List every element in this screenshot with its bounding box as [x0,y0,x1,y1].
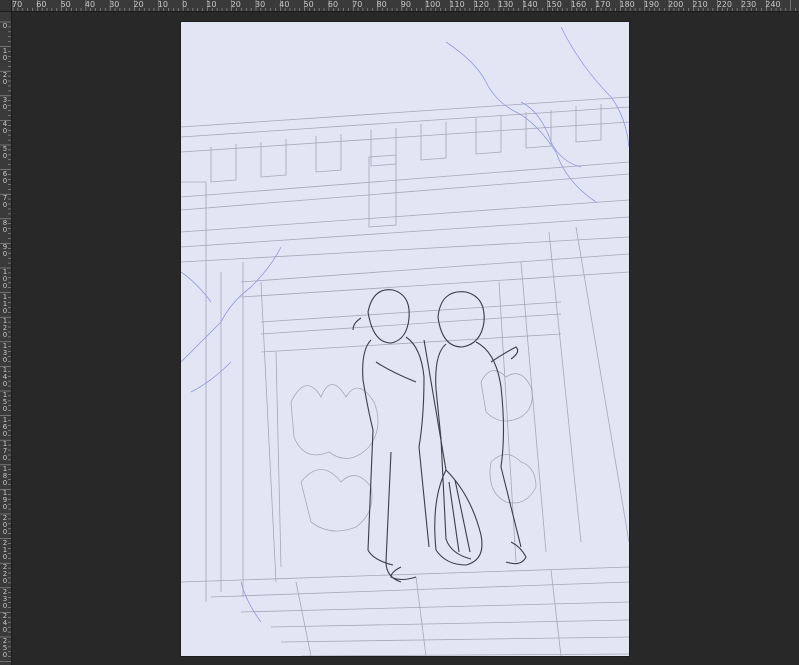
ruler-tick-label: 30 [109,0,120,9]
ruler-tick-label: 70 [2,194,8,210]
ruler-tick-label: 120 [2,317,8,340]
ruler-tick-label: 140 [522,0,538,9]
ruler-tick-label: 30 [255,0,266,9]
ruler-tick-label: 180 [2,464,8,487]
ruler-tick-label: 50 [60,0,71,9]
ruler-tick-label: 190 [2,489,8,512]
ruler-tick-label: 140 [2,366,8,389]
ruler-tick-label: 220 [2,563,8,586]
ruler-tick-label: 240 [765,0,781,9]
ruler-tick-label: 190 [643,0,660,9]
ruler-tick-label: 210 [692,0,708,9]
torii-gate-sketch [181,96,629,656]
ruler-tick-label: 250 [2,637,8,659]
ruler-tick-label: 170 [595,0,611,9]
horizontal-ruler[interactable]: 70 60 50 40 30 20 10 0 10 20 30 40 50 60 70 80 90 100 110 1… [0,0,799,12]
ruler-tick-label: 40 [279,0,290,9]
ruler-tick-label: 50 [303,0,314,9]
ruler-tick-label: 120 [473,0,489,9]
ruler-tick-label: 160 [570,0,587,9]
document-canvas[interactable] [181,22,629,656]
vertical-ruler[interactable]: 0 10 20 30 40 50 60 70 80 90 100 110 120 130 140 150 160… [0,12,12,665]
ruler-tick-label: 100 [2,268,8,290]
ruler-tick-label: 130 [2,341,8,364]
ruler-tick-label: 60 [36,0,47,9]
ruler-tick-label: 0 [2,22,8,30]
ruler-tick-label: 10 [2,46,8,62]
ruler-tick-label: 20 [2,71,8,87]
ruler-tick-label: 70 [12,0,23,9]
ruler-tick-label: 230 [741,0,757,9]
ruler-tick-label: 60 [327,0,339,9]
ruler-tick-label: 150 [2,391,8,413]
ruler-tick-label: 150 [546,0,562,9]
ruler-tick-label: 110 [449,0,465,9]
ruler-tick-label: 130 [498,0,514,9]
ruler-tick-label: 100 [425,0,441,9]
ruler-tick-label: 10 [157,0,168,9]
ruler-tick-label: 60 [2,169,8,185]
ruler-tick-label: 80 [376,0,387,9]
ruler-tick-label: 10 [206,0,217,9]
ruler-tick-label: 230 [2,587,8,610]
ruler-tick-label: 200 [2,514,8,536]
figures-sketch [352,289,527,583]
ruler-origin-icon[interactable] [0,0,12,12]
ruler-tick-label: 50 [2,145,8,160]
ruler-tick-label: 20 [133,0,144,9]
ruler-tick-label: 90 [400,0,411,9]
ruler-tick-label: 110 [2,292,8,315]
ruler-tick-label: 80 [2,218,8,234]
ruler-tick-label: 0 [182,0,188,9]
ruler-tick-label: 170 [2,440,8,463]
ruler-tick-label: 40 [2,120,8,136]
ruler-tick-label: 240 [2,612,8,635]
sketch-artwork [181,26,629,656]
ruler-tick-label: 90 [2,243,8,259]
ruler-tick-label: 20 [230,0,241,9]
ruler-tick-label: 70 [352,0,363,9]
ruler-tick-label: 220 [716,0,732,9]
ruler-tick-label: 210 [2,538,8,561]
ruler-tick-label: 40 [84,0,96,9]
ruler-tick-label: 180 [619,0,635,9]
ruler-tick-label: 200 [668,0,684,9]
ruler-tick-label: 30 [2,95,8,111]
ruler-tick-label: 160 [2,415,8,438]
